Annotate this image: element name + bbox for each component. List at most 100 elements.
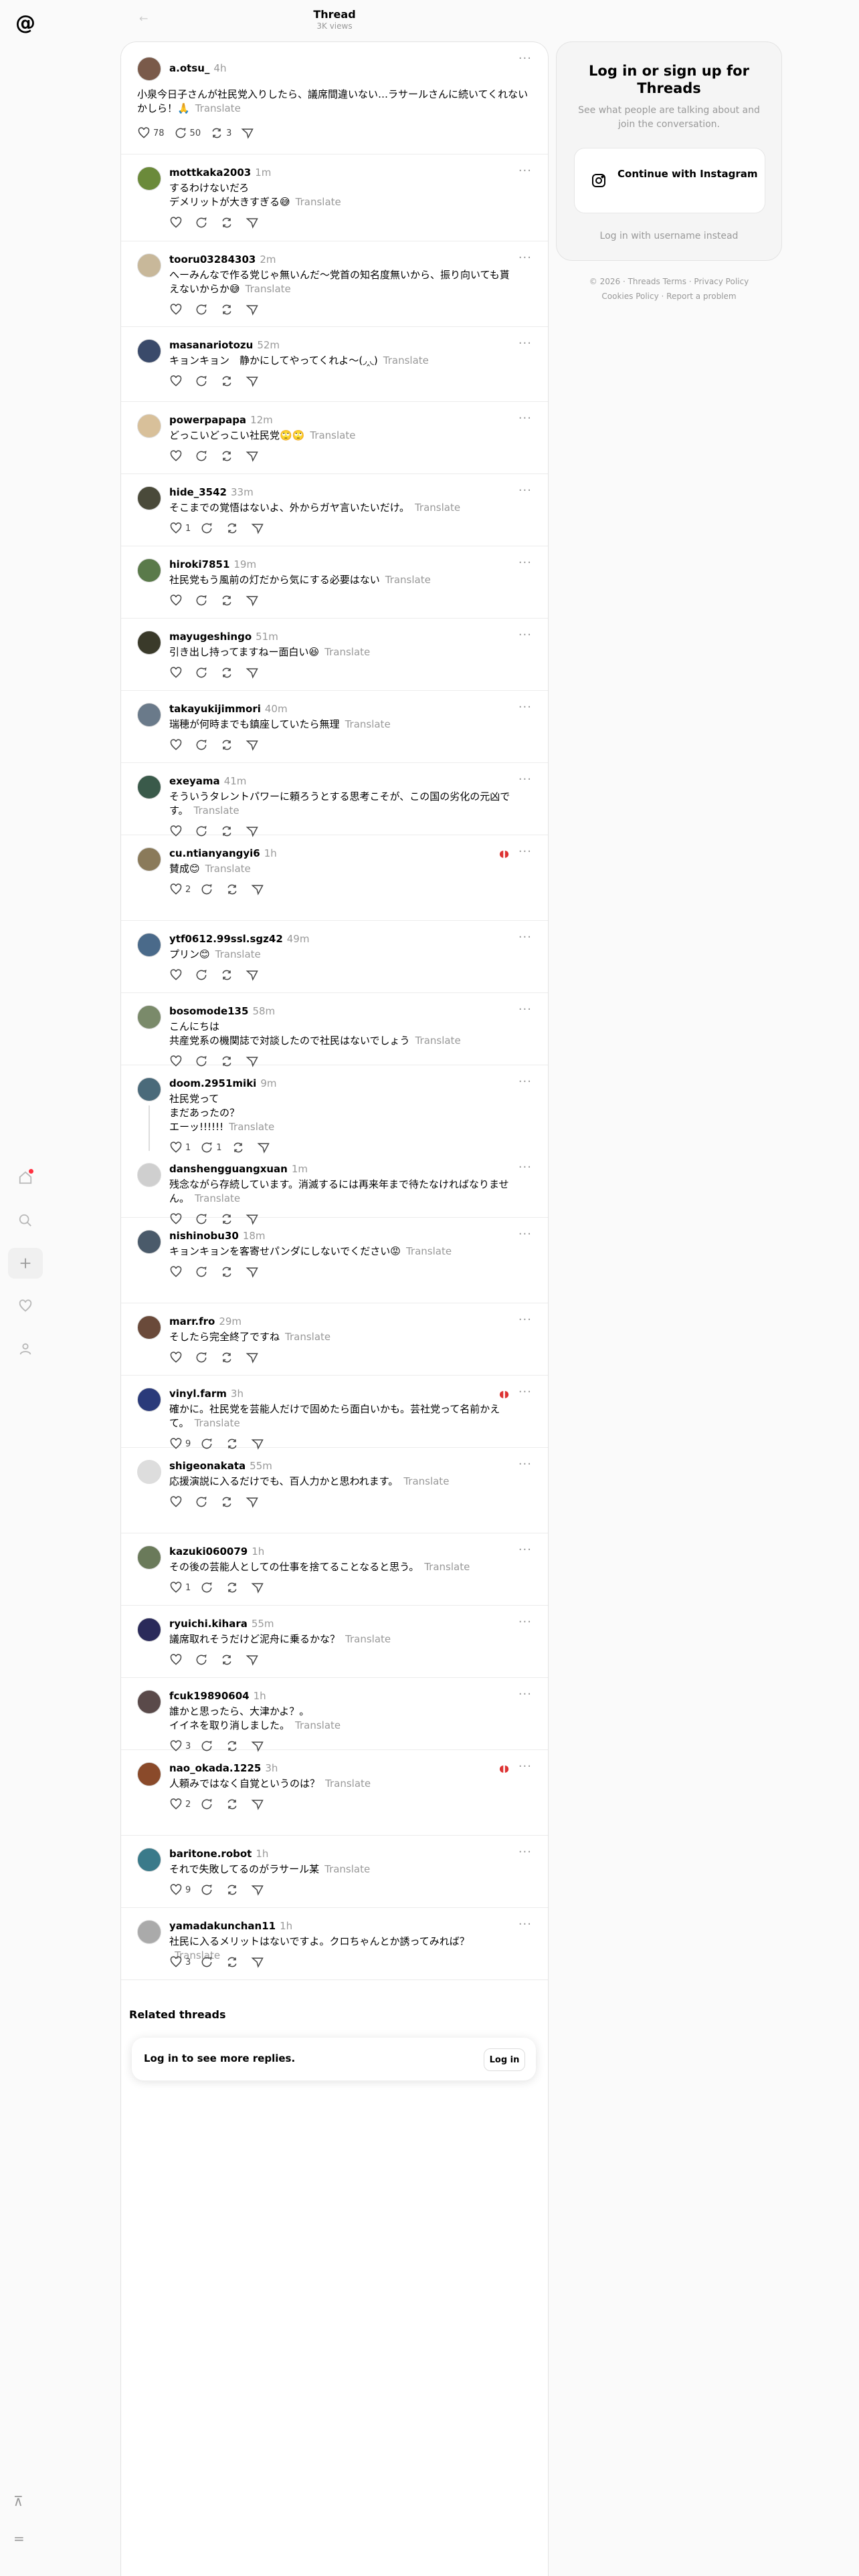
repost-button[interactable] — [220, 666, 236, 679]
avatar[interactable] — [137, 1690, 161, 1714]
repost-button[interactable] — [225, 1883, 242, 1897]
translate-link[interactable]: Translate — [385, 574, 431, 586]
translate-link[interactable]: Translate — [246, 283, 291, 295]
translate-link[interactable]: Translate — [229, 1121, 274, 1133]
more-options-icon[interactable]: ··· — [518, 251, 532, 265]
like-button[interactable] — [169, 594, 185, 607]
reply-username[interactable]: nishinobu30 18m — [169, 1230, 266, 1242]
like-button[interactable] — [169, 374, 185, 388]
share-button[interactable] — [246, 738, 259, 752]
like-button[interactable] — [169, 1653, 185, 1667]
translate-link[interactable]: Translate — [285, 1331, 330, 1343]
repost-button[interactable] — [220, 374, 236, 388]
avatar[interactable] — [137, 1920, 161, 1944]
repost-button[interactable] — [220, 738, 236, 752]
translate-link[interactable]: Translate — [195, 102, 241, 114]
reply-username[interactable]: masanariotozu 52m — [169, 339, 280, 351]
create-icon[interactable] — [8, 1248, 43, 1279]
avatar[interactable] — [137, 253, 161, 278]
avatar[interactable] — [137, 57, 161, 81]
continue-instagram-button[interactable]: Continue with Instagram — [574, 148, 765, 213]
repost-button[interactable]: 3 — [210, 126, 231, 140]
repost-button[interactable] — [220, 1265, 236, 1279]
avatar[interactable] — [137, 933, 161, 957]
share-button[interactable] — [251, 883, 264, 896]
repost-button[interactable] — [220, 594, 236, 607]
translate-link[interactable]: Translate — [406, 1245, 452, 1257]
more-options-icon[interactable]: ··· — [518, 1075, 532, 1089]
translate-link[interactable]: Translate — [295, 1719, 341, 1731]
translate-link[interactable]: Translate — [345, 1633, 391, 1645]
share-button[interactable] — [246, 1351, 259, 1364]
avatar[interactable] — [137, 1618, 161, 1642]
repost-button[interactable] — [225, 883, 242, 896]
more-options-icon[interactable]: ··· — [518, 336, 532, 350]
avatar[interactable] — [137, 1005, 161, 1029]
repost-button[interactable] — [225, 1798, 242, 1811]
like-button[interactable]: 2 — [169, 883, 191, 896]
reply-button[interactable]: 50 — [174, 126, 201, 140]
like-button[interactable]: 9 — [169, 1883, 191, 1897]
reply-username[interactable]: ryuichi.kihara 55m — [169, 1618, 274, 1630]
like-button[interactable]: 1 — [169, 1581, 191, 1594]
share-button[interactable] — [251, 522, 264, 535]
more-options-icon[interactable]: ··· — [518, 1759, 532, 1774]
more-options-icon[interactable]: ··· — [518, 1457, 532, 1471]
reply-username[interactable]: tooru03284303 2m — [169, 253, 276, 265]
repost-button[interactable] — [220, 1351, 236, 1364]
like-button[interactable]: 2 — [169, 1798, 191, 1811]
share-button[interactable] — [241, 126, 254, 140]
translate-link[interactable]: Translate — [415, 502, 460, 514]
reply-button[interactable] — [195, 1265, 211, 1279]
share-button[interactable] — [246, 594, 259, 607]
reply-username[interactable]: mottkaka2003 1m — [169, 167, 271, 179]
avatar[interactable] — [137, 847, 161, 871]
more-options-icon[interactable]: ··· — [518, 1227, 532, 1241]
share-button[interactable] — [246, 666, 259, 679]
repost-button[interactable] — [220, 216, 236, 229]
repost-button[interactable] — [220, 1653, 236, 1667]
share-button[interactable] — [246, 303, 259, 316]
reply-username[interactable]: doom.2951miki 9m — [169, 1077, 276, 1089]
reply-username[interactable]: cu.ntianyangyi6 1h — [169, 847, 277, 859]
reply-button[interactable] — [200, 522, 216, 535]
avatar[interactable] — [137, 1163, 161, 1187]
share-button[interactable] — [246, 374, 259, 388]
footer-cookies-link[interactable]: Cookies Policy — [601, 292, 658, 301]
reply-button[interactable] — [195, 968, 211, 982]
translate-link[interactable]: Translate — [325, 1778, 371, 1790]
share-button[interactable] — [251, 1798, 264, 1811]
footer-terms-link[interactable]: Threads Terms — [628, 277, 686, 286]
reply-username[interactable]: kazuki060079 1h — [169, 1545, 264, 1558]
avatar[interactable] — [137, 1545, 161, 1570]
more-options-icon[interactable]: ··· — [518, 1845, 532, 1859]
share-button[interactable] — [251, 1883, 264, 1897]
reply-username[interactable]: yamadakunchan11 1h — [169, 1920, 292, 1932]
repost-button[interactable] — [225, 1581, 242, 1594]
pin-icon[interactable]: ⊼ — [13, 2493, 23, 2509]
share-button[interactable] — [246, 968, 259, 982]
translate-link[interactable]: Translate — [324, 1863, 370, 1875]
reply-username[interactable]: marr.fro 29m — [169, 1315, 242, 1327]
menu-icon[interactable]: = — [13, 2531, 25, 2547]
repost-button[interactable] — [220, 303, 236, 316]
reply-username[interactable]: hiroki7851 19m — [169, 558, 256, 570]
reply-username[interactable]: hide_3542 33m — [169, 486, 254, 498]
avatar[interactable] — [137, 339, 161, 363]
avatar[interactable] — [137, 1230, 161, 1254]
translate-link[interactable]: Translate — [195, 1192, 240, 1204]
more-options-icon[interactable]: ··· — [518, 1543, 532, 1557]
more-options-icon[interactable]: ··· — [518, 164, 532, 178]
translate-link[interactable]: Translate — [194, 804, 240, 817]
reply-button[interactable] — [195, 1351, 211, 1364]
reply-button[interactable] — [195, 738, 211, 752]
reply-username[interactable]: mayugeshingo 51m — [169, 631, 278, 643]
avatar[interactable] — [137, 167, 161, 191]
like-button[interactable] — [169, 216, 185, 229]
reply-username[interactable]: exeyama 41m — [169, 775, 246, 787]
reply-button[interactable] — [195, 666, 211, 679]
translate-link[interactable]: Translate — [403, 1475, 449, 1487]
username-login-link[interactable]: Log in with username instead — [557, 231, 781, 241]
like-button[interactable]: 1 — [169, 522, 191, 535]
more-options-icon[interactable]: ··· — [518, 930, 532, 944]
